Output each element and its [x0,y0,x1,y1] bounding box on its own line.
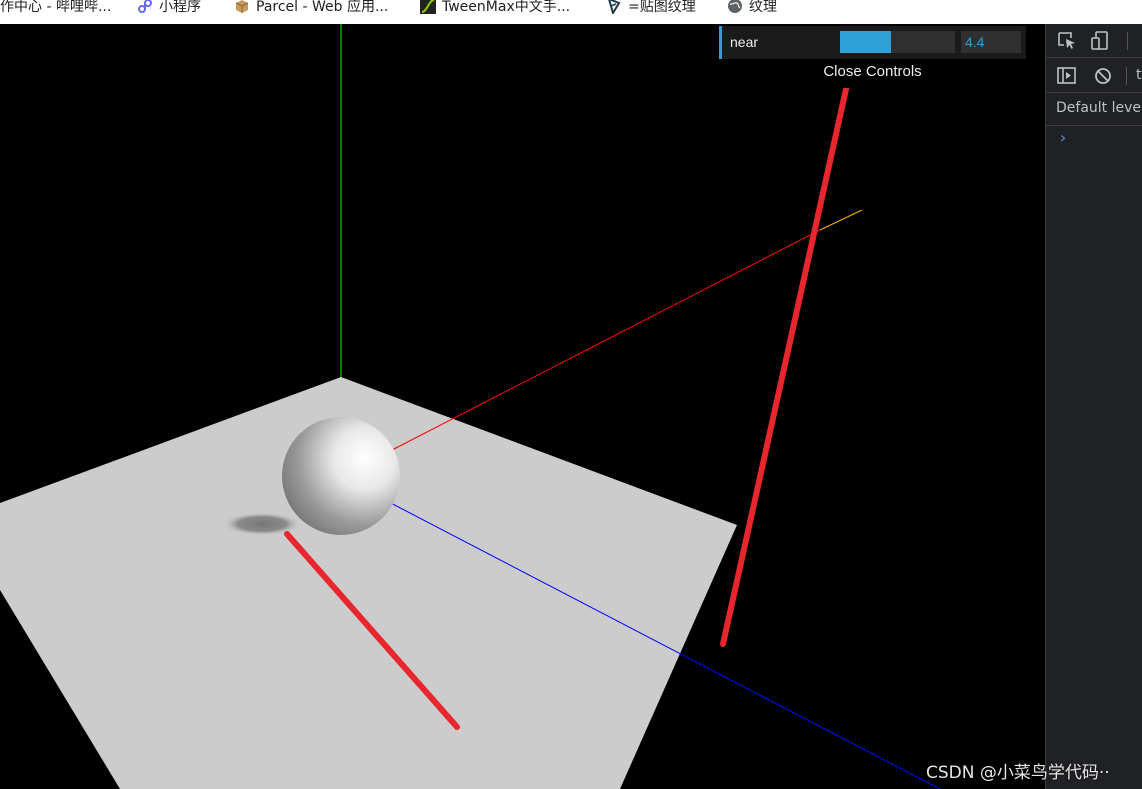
near-slider[interactable] [840,31,955,53]
bookmark-label: 作中心 - 哔哩哔... [0,0,112,15]
gui-panel: near 4.4 Close Controls [719,26,1026,88]
camera-helper-line [819,209,863,231]
console-levels-bar: Default levels [1046,94,1142,126]
threejs-icon [608,0,621,14]
default-levels-dropdown[interactable]: Default levels [1056,100,1142,116]
miniprogram-icon [138,0,152,13]
sphere-shadow [222,512,302,536]
csdn-watermark: CSDN @小菜鸟学代码·· [926,763,1110,783]
annotation-stroke-right [720,59,855,647]
clear-console-icon[interactable] [1092,65,1114,87]
bookmark-miniprogram[interactable]: 小程序 [137,0,201,17]
sphere [282,417,400,535]
console-toolbar: t [1046,59,1142,93]
sidebar-toggle-icon[interactable] [1056,65,1078,87]
scene-render [0,24,941,789]
bookmark-label: =贴图纹理 [628,0,696,15]
gui-control-label: near [730,34,759,50]
near-slider-fill [840,31,891,53]
close-controls-button[interactable]: Close Controls [719,61,1026,83]
console-prompt-icon[interactable]: › [1058,128,1068,147]
bookmark-wenli[interactable]: 纹理 [727,0,777,17]
bookmark-label: TweenMax中文手... [442,0,571,15]
tweenmax-icon [420,0,436,14]
bookmark-label: 小程序 [159,0,201,15]
bookmark-tweenmax[interactable]: TweenMax中文手... [420,0,570,17]
device-toolbar-icon[interactable] [1090,30,1112,52]
devtools-top-toolbar [1046,24,1142,58]
toolbar-divider [1126,67,1127,85]
screen: 作中心 - 哔哩哔... 小程序 Parcel - Web 应用... Twee… [0,0,1142,789]
near-value-input[interactable]: 4.4 [961,31,1021,53]
parcel-box-icon [235,0,249,13]
bookmark-label: 纹理 [749,0,777,15]
bookmark-texture[interactable]: =贴图纹理 [606,0,696,17]
webgl-canvas[interactable] [0,24,1045,789]
devtools-panel: t Default levels › [1045,24,1142,789]
bookmark-bilibili[interactable]: 作中心 - 哔哩哔... [0,0,111,17]
gui-control-near: near 4.4 [719,26,1026,59]
console-filter-input[interactable]: t [1136,67,1142,83]
bookmarks-bar: 作中心 - 哔哩哔... 小程序 Parcel - Web 应用... Twee… [0,0,1142,24]
globe-icon [728,0,742,13]
axis-x-line [391,229,821,451]
bookmark-parcel[interactable]: Parcel - Web 应用... [234,0,388,17]
inspect-element-icon[interactable] [1056,30,1078,52]
bookmark-label: Parcel - Web 应用... [256,0,389,15]
toolbar-divider [1127,32,1128,50]
